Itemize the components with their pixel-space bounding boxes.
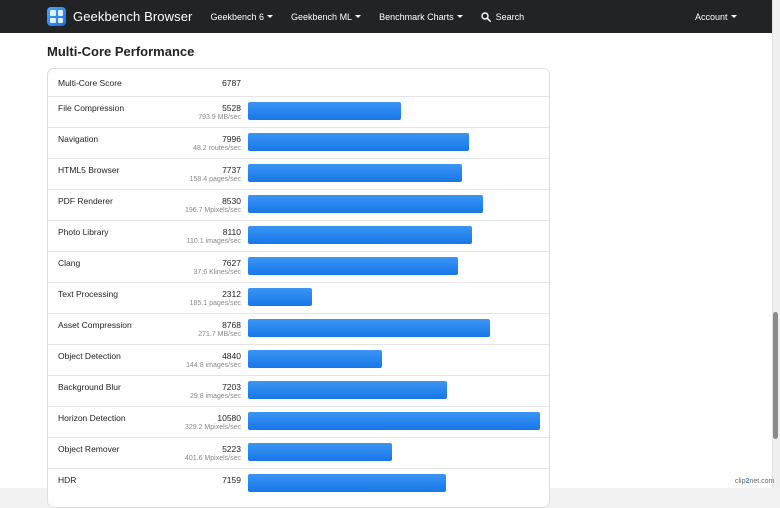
benchmark-unit: 793.9 MB/sec	[198, 114, 241, 121]
benchmark-unit: 110.1 images/sec	[186, 238, 241, 245]
benchmark-unit: 158.4 pages/sec	[189, 176, 241, 183]
benchmark-bar	[248, 226, 472, 244]
benchmark-score: 4840	[222, 351, 241, 361]
benchmark-unit: 401.6 Mpixels/sec	[184, 455, 241, 462]
benchmark-name: Photo Library	[58, 227, 109, 237]
benchmark-score: 7737	[222, 165, 241, 175]
benchmark-score: 8768	[222, 320, 241, 330]
nav-geekbench-6[interactable]: Geekbench 6	[210, 11, 274, 22]
benchmark-name: HTML5 Browser	[58, 165, 120, 175]
benchmark-bar	[248, 319, 490, 337]
nav-geekbench-ml-label: Geekbench ML	[291, 11, 353, 22]
watermark-post: net.com	[749, 478, 775, 485]
benchmark-score: 5223	[222, 444, 241, 454]
benchmark-row: Object Remover 5223 401.6 Mpixels/sec	[48, 437, 549, 468]
benchmark-name: Asset Compression	[58, 320, 132, 330]
benchmark-row: Clang 7627 37.6 Klines/sec	[48, 251, 549, 282]
benchmark-bar	[248, 133, 469, 151]
benchmark-row: HDR 7159	[48, 468, 549, 499]
caret-down-icon	[456, 15, 463, 18]
multi-core-score-value: 6787	[222, 78, 241, 88]
benchmark-row: Photo Library 8110 110.1 images/sec	[48, 220, 549, 251]
benchmark-unit: 329.2 Mpixels/sec	[184, 424, 241, 431]
benchmark-name: PDF Renderer	[58, 196, 113, 206]
search-icon	[480, 11, 491, 22]
benchmark-unit: 29.8 images/sec	[190, 393, 241, 400]
benchmark-row: Asset Compression 8768 271.7 MB/sec	[48, 313, 549, 344]
benchmark-bar	[248, 381, 447, 399]
benchmark-name: Text Processing	[58, 289, 118, 299]
benchmark-unit: 271.7 MB/sec	[198, 331, 241, 338]
benchmark-score: 5528	[222, 103, 241, 113]
benchmark-bar	[248, 102, 401, 120]
benchmark-name: Object Detection	[58, 351, 121, 361]
benchmark-name: Background Blur	[58, 382, 121, 392]
benchmark-unit: 144.8 images/sec	[186, 362, 241, 369]
benchmark-row: HTML5 Browser 7737 158.4 pages/sec	[48, 158, 549, 189]
watermark-pre: clip	[735, 478, 746, 485]
nav-account-label: Account	[695, 11, 728, 22]
nav-search[interactable]: Search	[480, 11, 525, 22]
nav-benchmark-charts-label: Benchmark Charts	[379, 11, 454, 22]
nav-benchmark-charts[interactable]: Benchmark Charts	[379, 12, 463, 22]
benchmark-name: Horizon Detection	[58, 413, 126, 423]
benchmark-name: Clang	[58, 258, 81, 268]
geekbench-logo-icon	[47, 7, 66, 26]
caret-down-icon	[730, 15, 737, 18]
top-navbar: Geekbench Browser Geekbench 6 Geekbench …	[0, 0, 772, 33]
benchmark-row: Background Blur 7203 29.8 images/sec	[48, 375, 549, 406]
benchmark-bar	[248, 474, 446, 492]
nav-search-label: Search	[495, 11, 525, 22]
page-title: Multi-Core Performance	[47, 44, 195, 59]
brand-name: Geekbench Browser	[73, 9, 193, 24]
benchmark-row: Text Processing 2312 185.1 pages/sec	[48, 282, 549, 313]
benchmark-score: 2312	[222, 289, 241, 299]
caret-down-icon	[267, 15, 274, 18]
benchmark-name: File Compression	[58, 103, 125, 113]
benchmark-bar	[248, 443, 392, 461]
benchmark-score: 7627	[222, 258, 241, 268]
benchmark-unit: 48.2 routes/sec	[193, 145, 241, 152]
benchmark-row: Horizon Detection 10580 329.2 Mpixels/sec	[48, 406, 549, 437]
scrollbar-thumb[interactable]	[773, 312, 778, 439]
benchmark-name: Object Remover	[58, 444, 120, 454]
caret-down-icon	[355, 15, 362, 18]
benchmark-score: 10580	[217, 413, 241, 423]
nav-account[interactable]: Account	[695, 0, 737, 33]
benchmark-card: Multi-Core Score 6787 File Compression 55…	[47, 68, 550, 508]
benchmark-unit: 196.7 Mpixels/sec	[184, 207, 241, 214]
benchmark-bar	[248, 412, 540, 430]
benchmark-row: PDF Renderer 8530 196.7 Mpixels/sec	[48, 189, 549, 220]
benchmark-unit: 185.1 pages/sec	[189, 300, 241, 307]
benchmark-unit: 37.6 Klines/sec	[193, 269, 241, 276]
benchmark-score: 8110	[222, 227, 241, 237]
benchmark-row: Object Detection 4840 144.8 images/sec	[48, 344, 549, 375]
watermark: clip2net.com	[735, 478, 774, 485]
benchmark-score: 8530	[222, 196, 241, 206]
benchmark-score: 7159	[222, 475, 241, 485]
benchmark-score: 7203	[222, 382, 241, 392]
benchmark-bar	[248, 350, 382, 368]
benchmark-row: File Compression 5528 793.9 MB/sec	[48, 96, 549, 127]
main-content: Multi-Core Performance Multi-Core Score …	[0, 33, 772, 508]
benchmark-bar	[248, 164, 462, 182]
benchmark-name: Navigation	[58, 134, 99, 144]
benchmark-score: 7996	[222, 134, 241, 144]
nav-geekbench-6-label: Geekbench 6	[210, 11, 265, 22]
benchmark-bar	[248, 257, 458, 275]
nav-geekbench-ml[interactable]: Geekbench ML	[291, 11, 362, 22]
benchmark-bar	[248, 195, 483, 213]
brand-link[interactable]: Geekbench Browser	[47, 7, 192, 26]
benchmark-row: Navigation 7996 48.2 routes/sec	[48, 127, 549, 158]
multi-core-score-label: Multi-Core Score	[58, 78, 122, 88]
multi-core-score-row: Multi-Core Score 6787	[48, 69, 549, 96]
benchmark-name: HDR	[58, 475, 77, 485]
benchmark-bar	[248, 288, 312, 306]
